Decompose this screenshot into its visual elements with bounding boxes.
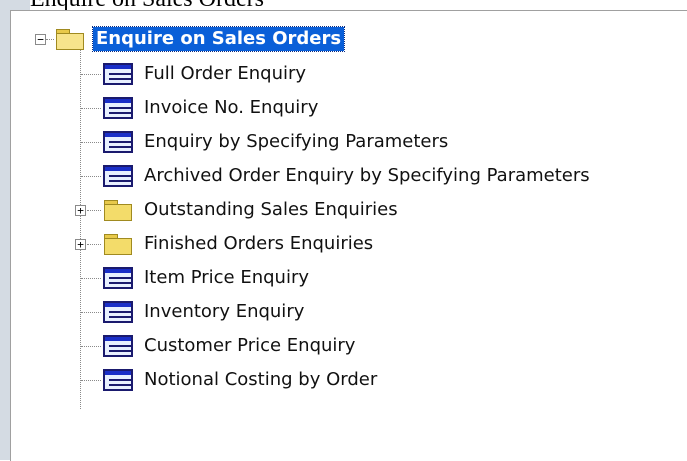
tree-connector (87, 244, 101, 245)
tree-item-item-price-enquiry[interactable]: Item Price Enquiry (103, 261, 312, 295)
window-frame-left (0, 0, 10, 460)
tree-item-label: Invoice No. Enquiry (144, 97, 319, 118)
tree-item-label: Inventory Enquiry (144, 301, 305, 322)
folder-icon (103, 200, 133, 221)
tree-connector (87, 210, 101, 211)
tree-item-label: Outstanding Sales Enquiries (144, 199, 398, 220)
tree-connector (81, 176, 101, 177)
tree-root-label: Enquire on Sales Orders (91, 26, 346, 52)
tree-item-inventory-enquiry[interactable]: Inventory Enquiry (103, 295, 307, 329)
folder-icon (103, 234, 133, 255)
form-icon (103, 63, 133, 85)
tree-connector (81, 278, 101, 279)
tree-item-label: Finished Orders Enquiries (144, 233, 374, 254)
tree-connector (81, 142, 101, 143)
tree-item-archived-order-enquiry[interactable]: Archived Order Enquiry by Specifying Par… (103, 159, 593, 193)
open-folder-icon (55, 29, 85, 50)
tree-root[interactable]: Enquire on Sales Orders (55, 22, 346, 56)
tree-item-outstanding-sales-enquiries[interactable]: Outstanding Sales Enquiries (103, 193, 401, 227)
tree-connector (81, 312, 101, 313)
form-icon (103, 301, 133, 323)
form-icon (103, 369, 133, 391)
window-frame-top (0, 0, 30, 10)
tree-connector-root (46, 39, 54, 40)
tree-item-full-order-enquiry[interactable]: Full Order Enquiry (103, 57, 309, 91)
expand-finished-button[interactable]: + (75, 239, 86, 250)
tree-item-enquiry-by-parameters[interactable]: Enquiry by Specifying Parameters (103, 125, 451, 159)
tree-connector (81, 74, 101, 75)
tree-item-customer-price-enquiry[interactable]: Customer Price Enquiry (103, 329, 358, 363)
tree-item-label: Item Price Enquiry (144, 267, 309, 288)
tree-connector (81, 346, 101, 347)
tree-item-label: Customer Price Enquiry (144, 335, 356, 356)
tree-item-invoice-no-enquiry[interactable]: Invoice No. Enquiry (103, 91, 321, 125)
tree-connector (81, 108, 101, 109)
form-icon (103, 97, 133, 119)
tree-connector (81, 380, 101, 381)
form-icon (103, 165, 133, 187)
collapse-root-button[interactable]: − (35, 34, 46, 45)
tree-connector-vertical (80, 49, 81, 409)
form-icon (103, 267, 133, 289)
tree-item-label: Archived Order Enquiry by Specifying Par… (144, 165, 590, 186)
tree-item-label: Enquiry by Specifying Parameters (144, 131, 449, 152)
form-icon (103, 335, 133, 357)
tree-item-label: Notional Costing by Order (144, 369, 378, 390)
expand-outstanding-button[interactable]: + (75, 205, 86, 216)
form-icon (103, 131, 133, 153)
tree-view[interactable]: − Enquire on Sales Orders Full Order Enq… (10, 10, 687, 461)
tree-item-finished-orders-enquiries[interactable]: Finished Orders Enquiries (103, 227, 376, 261)
tree-item-notional-costing-by-order[interactable]: Notional Costing by Order (103, 363, 380, 397)
tree-item-label: Full Order Enquiry (144, 63, 307, 84)
